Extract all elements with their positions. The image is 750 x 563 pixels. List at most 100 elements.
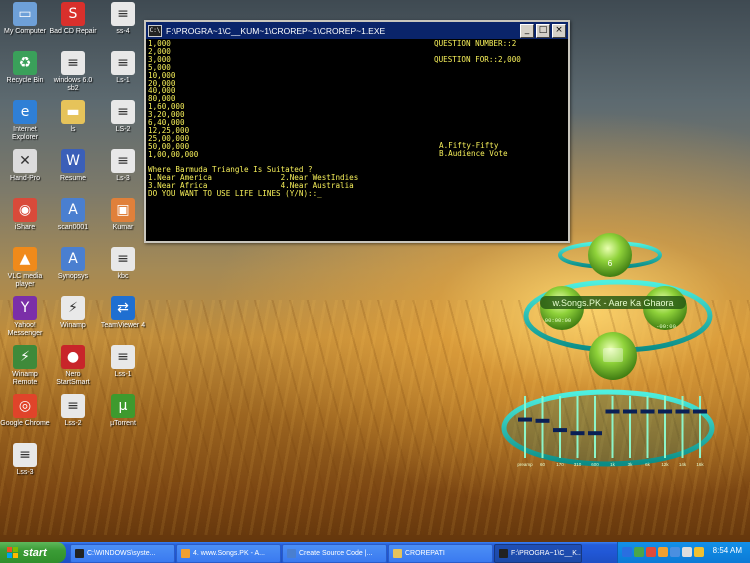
desktop-icon-label: Internet Explorer: [11, 126, 39, 141]
start-button[interactable]: start: [0, 542, 66, 563]
eq-slider-knob[interactable]: [693, 409, 707, 414]
eq-band-label: 1k: [610, 462, 616, 467]
desktop-icon[interactable]: ● Nero StartSmart: [48, 345, 98, 387]
desktop-icon-label: scan0001: [57, 224, 89, 231]
document-icon: ≡: [61, 394, 85, 418]
desktop-icon-label: Synopsys: [57, 273, 89, 280]
desktop-icon[interactable]: S Bad CD Repair: [48, 2, 98, 36]
hand-pro-icon: ✕: [13, 149, 37, 173]
desktop-icon[interactable]: ▬ ls: [48, 100, 98, 134]
taskbar-button[interactable]: F:\PROGRA~1\C__K...: [494, 544, 582, 563]
update-icon[interactable]: [694, 547, 704, 557]
top-button[interactable]: [588, 233, 632, 277]
eq-slider-knob[interactable]: [535, 418, 550, 423]
maximize-button[interactable]: □: [536, 23, 550, 38]
eq-band-label: 6k: [645, 462, 651, 467]
lifeline-prompt[interactable]: DO YOU WANT TO USE LIFE LINES (Y/N)::_: [148, 189, 358, 198]
eq-slider-knob[interactable]: [640, 409, 655, 414]
desktop-icon[interactable]: ▭ My Computer: [0, 2, 50, 36]
desktop-icon-label: Winamp: [60, 322, 86, 329]
desktop-icon[interactable]: Y Yahoo! Messenger: [0, 296, 50, 338]
desktop-icon[interactable]: W Resume: [48, 149, 98, 183]
eq-slider-knob[interactable]: [675, 409, 690, 414]
antivirus-icon[interactable]: [658, 547, 668, 557]
desktop-icon[interactable]: ⚡ Winamp Remote: [0, 345, 50, 387]
clock[interactable]: 8:54 AM: [713, 546, 742, 555]
eq-band-label: 14k: [679, 462, 687, 467]
bluetooth-icon[interactable]: [622, 547, 632, 557]
eq-band-label: 12k: [661, 462, 669, 467]
messenger-icon[interactable]: [670, 547, 680, 557]
music-player-widget[interactable]: 6 w.Songs.PK - Aare Ka Ghaora 00:00:00 -…: [500, 228, 750, 478]
eq-slider-knob[interactable]: [623, 409, 637, 414]
close-button[interactable]: ×: [552, 23, 566, 38]
eq-slider-knob[interactable]: [658, 409, 672, 414]
desktop-icon[interactable]: ✕ Hand-Pro: [0, 149, 50, 183]
taskbar-app-icon: [75, 549, 84, 558]
eq-slider-knob[interactable]: [518, 417, 532, 422]
lifelines-list: A.Fifty-Fifty B.Audience Vote: [439, 142, 508, 158]
network-icon[interactable]: [634, 547, 644, 557]
desktop-icon[interactable]: µ µTorrent: [98, 394, 148, 428]
eq-slider-track: [524, 396, 526, 458]
word-document-icon: W: [61, 149, 85, 173]
desktop-icon[interactable]: ≡ Ls-1: [98, 51, 148, 85]
desktop-icon[interactable]: A Synopsys: [48, 247, 98, 281]
desktop-icon[interactable]: ≡ Lss-3: [0, 443, 50, 477]
desktop-icon[interactable]: ≡ Lss-2: [48, 394, 98, 428]
volume-icon[interactable]: [682, 547, 692, 557]
desktop-icon[interactable]: ◉ iShare: [0, 198, 50, 232]
lifeline-audience-vote: B.Audience Vote: [439, 148, 508, 158]
eq-slider-knob[interactable]: [588, 431, 602, 436]
taskbar-button[interactable]: CROREPATI: [388, 544, 493, 563]
desktop-icon[interactable]: ≡ windows 6.0 sb2: [48, 51, 98, 93]
console-titlebar[interactable]: C:\ F:\PROGRA~1\C__KUM~1\CROREP~1\CROREP…: [146, 22, 568, 39]
eq-slider-knob[interactable]: [605, 409, 620, 414]
desktop-icon-label: windows 6.0 sb2: [53, 77, 93, 92]
desktop-icon[interactable]: ≡ kbc: [98, 247, 148, 281]
desktop-icon-label: Ls-3: [116, 175, 130, 182]
desktop-icon-label: TeamViewer 4: [100, 322, 146, 329]
eq-slider-knob[interactable]: [570, 431, 585, 436]
desktop-icon[interactable]: e Internet Explorer: [0, 100, 50, 142]
desktop-icon-label: Bad CD Repair: [49, 28, 97, 35]
desktop-icon-label: Lss-2: [64, 420, 82, 427]
desktop-icon-label: Lss-3: [16, 469, 34, 476]
desktop-icon[interactable]: ▣ Kumar: [98, 198, 148, 232]
eq-band-label: 170: [556, 462, 564, 467]
taskbar-app-icon: [181, 549, 190, 558]
desktop-icon[interactable]: ♻ Recycle Bin: [0, 51, 50, 85]
desktop-icon[interactable]: ⇄ TeamViewer 4: [98, 296, 148, 330]
taskbar-button[interactable]: 4. www.Songs.PK - A...: [176, 544, 281, 563]
eq-slider-track: [576, 396, 579, 458]
yahoo-messenger-icon: Y: [13, 296, 37, 320]
taskbar-button[interactable]: Create Source Code |...: [282, 544, 387, 563]
eq-slider-track: [664, 396, 666, 458]
eq-band-label: 310: [574, 462, 582, 467]
desktop-icon[interactable]: Ascan0001: [48, 198, 98, 232]
desktop-icon[interactable]: ≡ LS-2: [98, 100, 148, 134]
console-output[interactable]: 1,000 2,000 3,000 5,000 10,000 20,000 40,000 80…: [146, 39, 568, 239]
desktop-icon[interactable]: ◎ Google Chrome: [0, 394, 50, 428]
eq-band-label: 16k: [696, 462, 704, 467]
recycle-bin-icon: ♻: [13, 51, 37, 75]
console-window[interactable]: C:\ F:\PROGRA~1\C__KUM~1\CROREP~1\CROREP…: [144, 20, 570, 243]
console-icon: C:\: [148, 24, 162, 37]
document-icon: ≡: [13, 443, 37, 467]
eq-slider-knob[interactable]: [553, 428, 567, 433]
desktop-icon[interactable]: ≡ Lss-1: [98, 345, 148, 379]
desktop-icon-label: Nero StartSmart: [56, 371, 90, 386]
desktop-icon[interactable]: ⚡ Winamp: [48, 296, 98, 330]
desktop-icon-label: ss-4: [116, 28, 130, 35]
desktop-icon[interactable]: ≡ ss-4: [98, 2, 148, 36]
taskbar-app-icon: [287, 549, 296, 558]
desktop-icon[interactable]: ≡ Ls-3: [98, 149, 148, 183]
desktop-icon-label: Yahoo! Messenger: [7, 322, 43, 337]
question-for: QUESTION FOR::2,000: [434, 54, 521, 64]
minimize-button[interactable]: _: [520, 23, 534, 38]
top-button-label: 6: [608, 259, 613, 268]
shield-icon[interactable]: [646, 547, 656, 557]
desktop-icon[interactable]: ▲ VLC media player: [0, 247, 50, 289]
eq-slider-track: [681, 396, 684, 458]
taskbar-button[interactable]: C:\WINDOWS\syste...: [70, 544, 175, 563]
